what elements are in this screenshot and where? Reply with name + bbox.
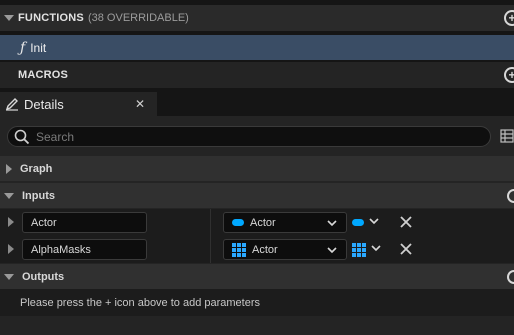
param-name-field[interactable]: Actor [22,212,147,233]
functions-overridable-count: (38 OVERRIDABLE) [87,12,189,24]
input-param-row: Actor Actor [0,209,514,236]
collapse-arrow-icon[interactable] [4,192,14,199]
function-icon: ƒ [20,39,26,56]
tab-details-label: Details [24,96,64,112]
search-icon [14,129,30,145]
input-param-row: AlphaMasks Actor [0,236,514,263]
collapse-arrow-icon[interactable] [4,15,14,21]
collapse-arrow-icon[interactable] [4,273,14,280]
macros-section-header[interactable]: MACROS + [0,62,514,88]
expand-arrow-icon[interactable] [8,217,14,227]
array-icon [232,242,246,257]
macros-title: MACROS [18,69,69,81]
column-divider [210,236,211,263]
function-item-label: Init [30,40,47,55]
category-inputs-label: Inputs [22,189,55,202]
array-container-icon [352,242,366,257]
category-outputs[interactable]: Outputs [0,264,514,289]
function-item-init[interactable]: ƒ Init [0,35,514,60]
remove-param-icon[interactable] [399,215,413,229]
expand-arrow-icon[interactable] [8,244,14,254]
add-input-icon[interactable] [507,189,514,203]
param-type-dropdown[interactable]: Actor [223,212,347,233]
outputs-empty-message: Please press the + icon above to add par… [0,289,514,316]
functions-section-header[interactable]: FUNCTIONS (38 OVERRIDABLE) + [0,5,514,31]
param-name-field[interactable]: AlphaMasks [22,239,147,260]
panel-bottom [0,316,514,335]
category-inputs[interactable]: Inputs [0,183,514,208]
chevron-down-icon [368,215,380,230]
search-input[interactable] [36,129,456,144]
param-type-label: Actor [252,243,278,256]
category-graph[interactable]: Graph [0,156,514,181]
param-type-label: Actor [250,216,276,229]
tab-details[interactable]: Details ✕ [0,92,157,116]
search-box[interactable] [7,126,491,147]
add-output-icon[interactable] [507,270,514,284]
column-divider [210,209,211,236]
chevron-down-icon [370,242,382,257]
object-reference-icon [232,219,244,226]
details-tab-bar: Details ✕ [0,92,514,116]
functions-title: FUNCTIONS [18,12,84,24]
container-type-selector[interactable] [352,242,382,257]
single-container-icon [352,219,364,226]
close-icon[interactable]: ✕ [135,97,145,111]
chevron-down-icon [326,244,338,259]
container-type-selector[interactable] [352,215,380,230]
category-graph-label: Graph [20,162,53,175]
category-outputs-label: Outputs [22,270,65,283]
view-options-icon[interactable] [500,129,514,143]
remove-param-icon[interactable] [399,242,413,256]
param-type-dropdown[interactable]: Actor [223,239,347,260]
pencil-icon [4,96,20,112]
expand-arrow-icon[interactable] [6,163,12,174]
chevron-down-icon [326,217,338,232]
add-function-icon[interactable]: + [504,10,514,26]
add-macro-icon[interactable]: + [504,67,514,83]
